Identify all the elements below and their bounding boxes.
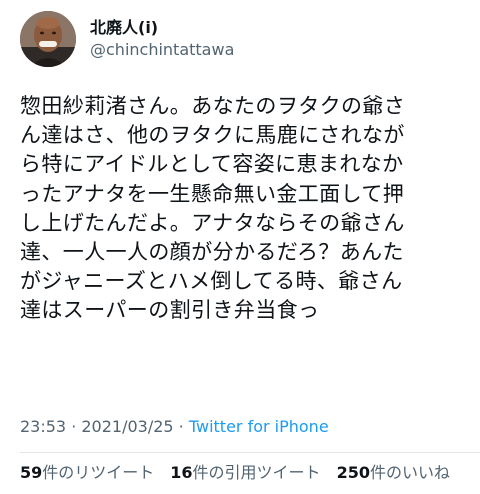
tweet-source-link[interactable]: Twitter for iPhone bbox=[189, 417, 329, 436]
likes-count: 250 bbox=[336, 463, 370, 482]
tweet-time[interactable]: 23:53 bbox=[20, 417, 66, 436]
tweet-text-line: がジャニーズとハメ倒してる時、爺さん bbox=[20, 269, 403, 294]
avatar[interactable] bbox=[20, 11, 76, 67]
tweet-date[interactable]: 2021/03/25 bbox=[81, 417, 173, 436]
tweet-text-line: ら特にアイドルとして容姿に恵まれなか bbox=[20, 152, 404, 177]
retweets-label: 件のリツイート bbox=[42, 463, 155, 482]
tweet-meta: 23:53 · 2021/03/25 · Twitter for iPhone bbox=[20, 416, 329, 438]
tweet-text-line: ん達はさ、他のヲタクに馬鹿にされなが bbox=[20, 123, 405, 148]
quotes-label: 件の引用ツイート bbox=[192, 463, 321, 482]
user-handle[interactable]: @chinchintattawa bbox=[90, 39, 234, 61]
retweets-stat[interactable]: 59件のリツイート bbox=[20, 462, 154, 484]
profile-photo-icon bbox=[20, 11, 76, 67]
tweet-text: 惣田紗莉渚さん。あなたのヲタクの爺さ ん達はさ、他のヲタクに馬鹿にされなが ら特… bbox=[20, 92, 464, 326]
retweets-count: 59 bbox=[20, 463, 43, 482]
quotes-count: 16 bbox=[170, 463, 193, 482]
meta-separator: · bbox=[66, 417, 82, 436]
quote-tweets-stat[interactable]: 16件の引用ツイート bbox=[170, 462, 320, 484]
tweet-text-line: 達はスーパーの割引き弁当食っ bbox=[20, 298, 320, 323]
likes-stat[interactable]: 250件のいいね bbox=[337, 462, 450, 484]
divider bbox=[20, 452, 480, 453]
likes-label: 件のいいね bbox=[369, 463, 450, 482]
display-name[interactable]: 北廃人(i) bbox=[90, 17, 234, 39]
meta-separator: · bbox=[173, 417, 189, 436]
tweet-text-line: 達、一人一人の顔が分かるだろ？あんた bbox=[20, 240, 404, 265]
tweet-text-line: ったアナタを一生懸命無い金工面して押 bbox=[20, 181, 405, 206]
tweet-header: 北廃人(i) @chinchintattawa bbox=[20, 10, 234, 68]
tweet-text-line: 惣田紗莉渚さん。あなたのヲタクの爺さ bbox=[20, 94, 406, 118]
author-names: 北廃人(i) @chinchintattawa bbox=[90, 17, 234, 61]
tweet-stats: 59件のリツイート 16件の引用ツイート 250件のいいね bbox=[20, 462, 466, 484]
tweet-text-line: し上げたんだよ。アナタならその爺さん bbox=[20, 210, 405, 235]
